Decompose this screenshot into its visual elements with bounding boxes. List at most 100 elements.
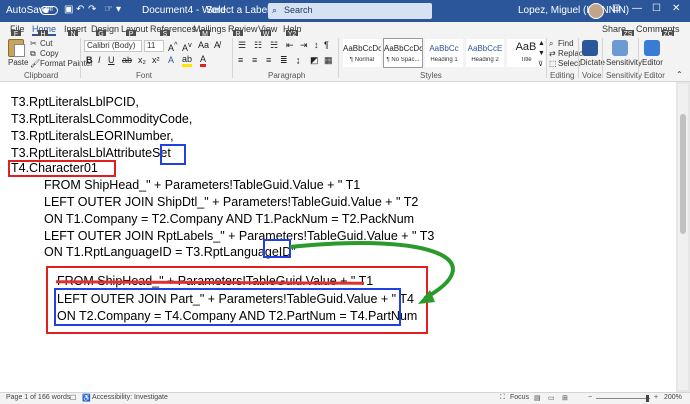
doc-line[interactable]: T3.RptLiteralsLblAttributeSet [11,146,171,161]
minimize-button[interactable]: — [632,3,642,14]
style-heading-2[interactable]: AaBbCcE Heading 2 [465,38,505,68]
doc-line[interactable]: FROM ShipHead_" + Parameters!TableGuid.V… [44,178,360,193]
editor-button[interactable]: Editor [642,58,663,67]
document-page[interactable]: T3.RptLiteralsLblPCID, T3.RptLiteralsLCo… [0,82,676,392]
cut-icon[interactable]: ✂ [30,39,37,48]
document-area: T3.RptLiteralsLblPCID, T3.RptLiteralsLCo… [0,82,690,392]
select-icon[interactable]: ⬚ [549,59,557,68]
editor-icon[interactable] [644,40,660,56]
editing-group-label: Editing [550,71,575,80]
word-count[interactable]: 66 words [42,394,70,401]
doc-line[interactable]: ON T1.Company = T2.Company AND T1.PackNu… [44,212,414,227]
zoom-slider-thumb[interactable] [646,395,649,402]
microphone-icon[interactable] [582,40,598,56]
style-heading-1[interactable]: AaBbCc Heading 1 [424,38,464,68]
page-count[interactable]: Page 1 of 1 [6,394,42,401]
proofing-icon[interactable]: ☐ [70,394,76,402]
justify-icon[interactable]: ≣ [280,55,288,66]
align-center-icon[interactable]: ≡ [252,55,257,65]
font-name-combo[interactable]: Calibri (Body) [84,40,142,52]
decrease-indent-icon[interactable]: ⇤ [286,40,294,51]
shrink-font-icon[interactable]: Av [182,40,192,53]
styles-more-icon[interactable]: ⊽ [538,60,543,68]
superscript-icon[interactable]: x² [152,55,160,65]
doc-line[interactable]: T3.RptLiteralsLCommodityCode, [11,112,192,127]
paste-button[interactable]: Paste [8,58,28,67]
doc-line[interactable]: LEFT OUTER JOIN ShipDtl_" + Parameters!T… [44,195,418,210]
read-mode-icon[interactable]: ▤ [534,394,541,402]
align-left-icon[interactable]: ≡ [238,55,243,65]
zoom-level[interactable]: 200% [664,394,682,401]
web-layout-icon[interactable]: ⊞ [562,394,568,402]
sensitivity-icon[interactable] [612,40,628,56]
italic-icon[interactable]: I [98,55,101,65]
ribbon-display-icon[interactable]: ⊡ [612,3,620,14]
close-button[interactable]: ✕ [672,3,680,14]
grow-font-icon[interactable]: A^ [168,40,178,53]
avatar[interactable] [588,3,604,19]
show-marks-icon[interactable]: ¶ [324,40,329,50]
status-bar: Page 1 of 1 66 words ☐ ♿ Accessibility: … [0,392,690,404]
ribbon: Paste ✂ Cut ⧉ Copy 🖌 Format Painter Clip… [0,36,690,82]
copy-button[interactable]: Copy [40,49,59,58]
redo-icon[interactable]: ↷ [88,4,96,15]
cut-button[interactable]: Cut [40,39,52,48]
shading-icon[interactable]: ◩ [310,55,319,66]
collapse-ribbon-icon[interactable]: ⌃ [676,70,683,79]
divider [602,38,603,78]
print-layout-icon[interactable]: ▭ [548,394,555,402]
bold-icon[interactable]: B [86,55,93,65]
search-box[interactable]: ⌕ Search [268,3,432,19]
bullets-icon[interactable]: ☰ [238,40,246,51]
paste-icon[interactable] [8,39,25,57]
multilevel-list-icon[interactable]: ☵ [270,40,278,51]
accessibility-status[interactable]: Accessibility: Investigate [92,394,168,401]
select-button[interactable]: Select [558,59,580,68]
sort-icon[interactable]: ↕ [314,40,319,50]
subscript-icon[interactable]: x₂ [138,55,146,65]
style-name: Heading 2 [471,57,499,63]
touch-mode-icon[interactable]: ☞ [104,4,113,15]
replace-icon[interactable]: ⇄ [549,49,556,58]
highlight-icon[interactable]: ab [182,55,193,67]
tab-references[interactable]: References [150,24,196,34]
save-icon[interactable]: ▣ [64,4,73,15]
customize-qat-icon[interactable]: ▾ [116,4,121,15]
styles-scroll-down-icon[interactable]: ▼ [538,50,545,57]
numbering-icon[interactable]: ☷ [254,40,262,51]
divider [338,38,339,78]
line-spacing-icon[interactable]: ↨ [296,55,301,65]
align-right-icon[interactable]: ≡ [266,55,271,65]
doc-line[interactable]: T3.RptLiteralsLEORINumber, [11,129,174,144]
zoom-out-button[interactable]: − [588,394,592,401]
text-effects-icon[interactable]: A [168,55,174,65]
maximize-button[interactable]: ☐ [652,3,661,14]
clear-formatting-icon[interactable]: A̸ [214,40,220,50]
zoom-in-button[interactable]: + [654,394,658,401]
undo-icon[interactable]: ↶ [76,4,84,15]
styles-scroll-up-icon[interactable]: ▲ [538,40,545,47]
underline-icon[interactable]: U [108,55,115,65]
increase-indent-icon[interactable]: ⇥ [300,40,308,51]
find-button[interactable]: Find [558,39,574,48]
vertical-scrollbar[interactable] [678,84,688,390]
style-no-spacing[interactable]: AaBbCcDc ¶ No Spac... [383,38,423,68]
zoom-slider[interactable] [596,398,650,399]
focus-button[interactable]: Focus [510,394,529,401]
doc-line[interactable]: ON T1.RptLanguageID = T3.RptLanguageID" [44,245,296,260]
style-normal[interactable]: AaBbCcDc ¶ Normal [342,38,382,68]
format-painter-button[interactable]: Format Painter [40,59,93,68]
divider [578,38,579,78]
copy-icon[interactable]: ⧉ [30,49,36,59]
style-preview: AaBbCcE [467,44,503,53]
strikethrough-icon[interactable]: ab [122,55,132,65]
font-color-icon[interactable]: A [200,55,207,67]
sensitivity-button[interactable]: Sensitivity [606,58,642,67]
font-size-combo[interactable]: 11 [144,40,164,52]
format-painter-icon[interactable]: 🖌 [30,59,40,68]
find-icon[interactable]: ⌕ [549,39,553,49]
focus-icon[interactable]: ⛶ [500,394,505,402]
doc-line[interactable]: T3.RptLiteralsLblPCID, [11,95,139,110]
change-case-icon[interactable]: Aa [198,40,209,50]
borders-icon[interactable]: ▦ [324,55,333,66]
